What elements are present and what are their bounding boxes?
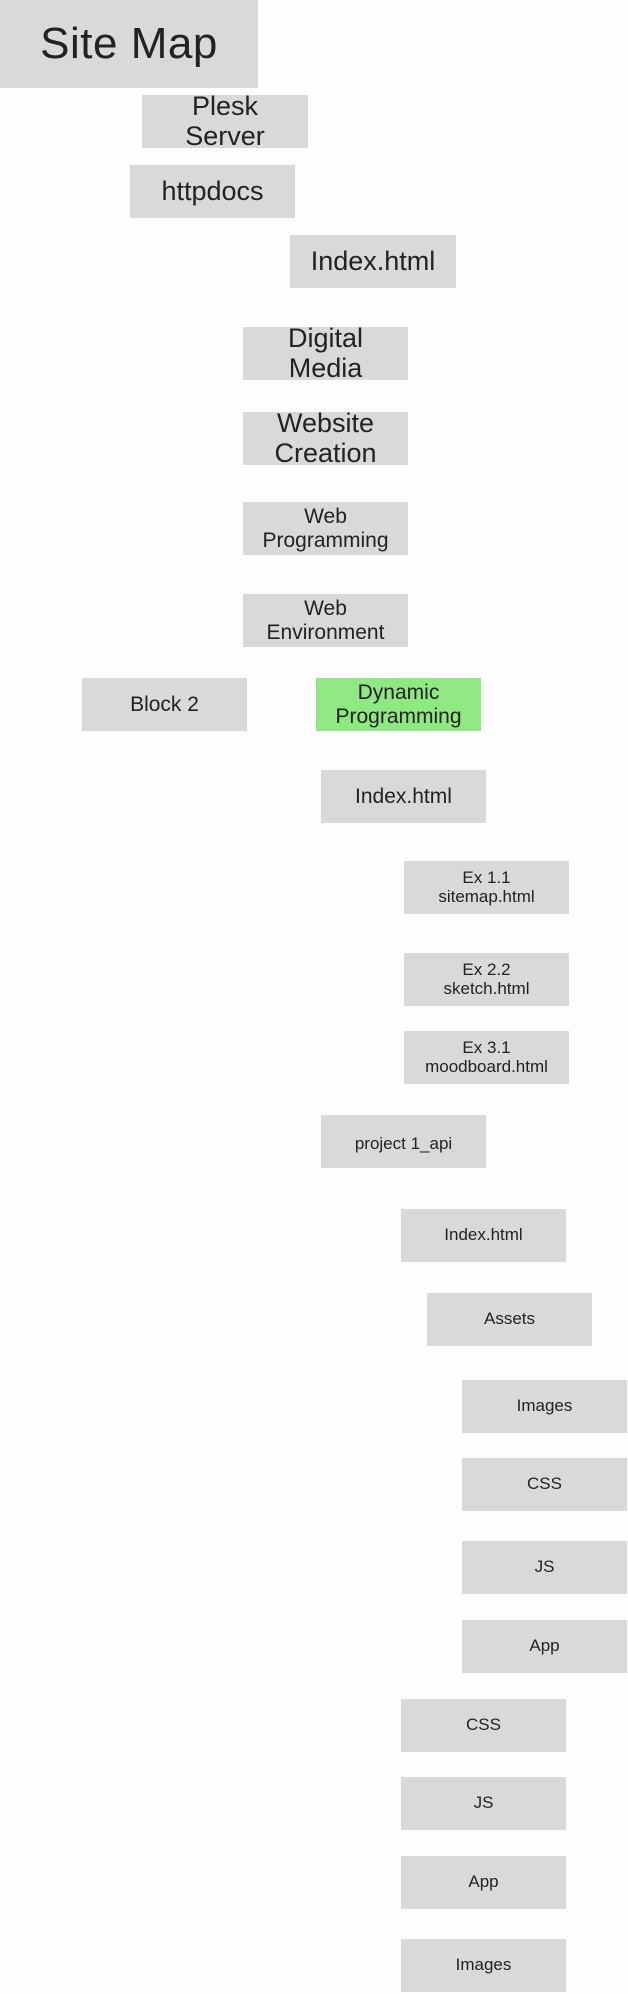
node-index-dynamic[interactable]: Index.html bbox=[321, 770, 486, 823]
node-block-2[interactable]: Block 2 bbox=[82, 678, 247, 731]
node-label: Images bbox=[516, 1396, 573, 1416]
node-label: Images bbox=[455, 1955, 512, 1975]
node-label: Assets bbox=[483, 1309, 536, 1329]
node-label: Ex 1.1 sitemap.html bbox=[438, 867, 535, 906]
node-label: App bbox=[529, 1636, 560, 1656]
node-plesk-server[interactable]: Plesk Server bbox=[142, 90, 308, 151]
node-assets[interactable]: Assets bbox=[427, 1293, 592, 1346]
node-project-1-api[interactable]: project 1_api bbox=[321, 1115, 486, 1168]
node-label: project 1_api bbox=[354, 1134, 453, 1154]
node-web-programming[interactable]: Web Programming bbox=[243, 502, 408, 555]
node-ex-1-1[interactable]: Ex 1.1 sitemap.html bbox=[404, 861, 569, 914]
node-httpdocs[interactable]: httpdocs bbox=[130, 165, 295, 218]
node-digital-media[interactable]: Digital Media bbox=[243, 322, 408, 383]
node-project-images[interactable]: Images bbox=[401, 1939, 566, 1992]
node-project-css[interactable]: CSS bbox=[401, 1699, 566, 1752]
node-index-root[interactable]: Index.html bbox=[290, 235, 456, 288]
node-website-creation[interactable]: Website Creation bbox=[243, 407, 408, 468]
node-label: Website Creation bbox=[274, 407, 377, 468]
node-label: Web Environment bbox=[266, 597, 385, 644]
node-assets-images[interactable]: Images bbox=[462, 1380, 627, 1433]
node-label: Index.html bbox=[444, 1225, 523, 1245]
node-project-js[interactable]: JS bbox=[401, 1777, 566, 1830]
node-label: Block 2 bbox=[130, 692, 199, 716]
node-label: Index.html bbox=[310, 245, 436, 276]
node-assets-app[interactable]: App bbox=[462, 1620, 627, 1673]
node-label: Digital Media bbox=[287, 322, 364, 383]
node-web-environment[interactable]: Web Environment bbox=[243, 594, 408, 647]
node-label: CSS bbox=[527, 1474, 562, 1494]
node-label: App bbox=[468, 1872, 499, 1892]
site-map-title-text: Site Map bbox=[40, 18, 218, 68]
node-label: Plesk Server bbox=[185, 90, 265, 151]
node-assets-js[interactable]: JS bbox=[462, 1541, 627, 1594]
node-project-app[interactable]: App bbox=[401, 1856, 566, 1909]
node-label: JS bbox=[473, 1793, 494, 1813]
site-map-title: Site Map bbox=[0, 0, 258, 88]
node-assets-css[interactable]: CSS bbox=[462, 1458, 627, 1511]
node-label: JS bbox=[534, 1557, 555, 1577]
node-label: CSS bbox=[466, 1715, 501, 1735]
node-ex-3-1[interactable]: Ex 3.1 moodboard.html bbox=[404, 1031, 569, 1084]
node-index-project[interactable]: Index.html bbox=[401, 1209, 566, 1262]
node-dynamic-programming[interactable]: Dynamic Programming bbox=[316, 678, 481, 731]
node-label: httpdocs bbox=[161, 175, 264, 206]
node-label: Web Programming bbox=[262, 505, 389, 552]
node-label: Ex 2.2 sketch.html bbox=[443, 959, 530, 998]
node-ex-2-2[interactable]: Ex 2.2 sketch.html bbox=[404, 953, 569, 1006]
node-label: Dynamic Programming bbox=[335, 681, 462, 728]
node-label: Ex 3.1 moodboard.html bbox=[425, 1037, 548, 1076]
node-label: Index.html bbox=[355, 784, 452, 808]
